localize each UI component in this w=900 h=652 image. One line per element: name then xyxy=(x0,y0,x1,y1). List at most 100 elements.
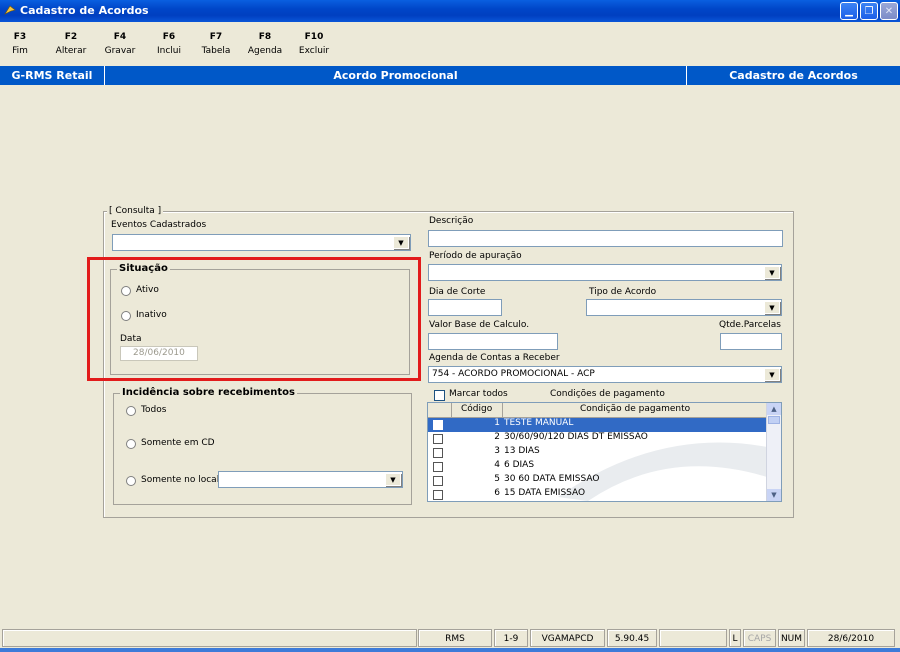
qtde-parcelas-input[interactable] xyxy=(720,333,782,350)
chevron-down-icon[interactable]: ▼ xyxy=(764,301,780,314)
todos-label: Todos xyxy=(141,405,167,415)
todos-radio[interactable] xyxy=(126,406,136,416)
grid-header: Código Condição de pagamento xyxy=(428,403,767,418)
row-checkbox[interactable] xyxy=(433,462,443,472)
status-caps: CAPS xyxy=(743,629,776,647)
consulta-group-title: [ Consulta ] xyxy=(107,206,164,216)
status-num: NUM xyxy=(778,629,805,647)
qtde-parcelas-label: Qtde.Parcelas xyxy=(719,320,781,330)
somente-local-label: Somente no local xyxy=(141,475,220,485)
periodo-combo[interactable]: ▼ xyxy=(428,264,782,281)
row-code: 4 xyxy=(494,460,500,470)
agenda-button[interactable]: F8 Agenda xyxy=(245,32,285,56)
inclui-button[interactable]: F6 Inclui xyxy=(149,32,189,56)
descricao-input[interactable] xyxy=(428,230,783,247)
chevron-down-icon[interactable]: ▼ xyxy=(764,266,780,279)
grid-row[interactable]: 6 15 DATA EMISSAO xyxy=(428,488,767,501)
button-label: Gravar xyxy=(104,46,136,56)
grid-scrollbar[interactable]: ▲ ▼ xyxy=(766,403,781,501)
marcar-todos-checkbox[interactable] xyxy=(434,390,445,401)
title-bar: Cadastro de Acordos ▁ ❐ ✕ xyxy=(0,0,900,22)
row-desc: 30 60 DATA EMISSAO xyxy=(504,474,600,484)
gravar-button[interactable]: F4 Gravar xyxy=(100,32,140,56)
status-panel-main xyxy=(2,629,417,647)
row-code: 1 xyxy=(494,418,500,428)
grid-row[interactable]: 3 13 DIAS xyxy=(428,446,767,460)
close-icon: ✕ xyxy=(884,6,894,17)
chevron-up-icon[interactable]: ▲ xyxy=(767,403,781,415)
close-button[interactable]: ✕ xyxy=(880,2,898,20)
tipo-acordo-combo[interactable]: ▼ xyxy=(586,299,782,316)
alterar-button[interactable]: F2 Alterar xyxy=(51,32,91,56)
valor-base-label: Valor Base de Calculo. xyxy=(429,320,530,330)
chevron-down-icon[interactable]: ▼ xyxy=(393,236,409,249)
key-label: F7 xyxy=(209,32,223,42)
row-checkbox[interactable] xyxy=(433,420,443,430)
restore-icon: ❐ xyxy=(864,6,874,17)
status-l: L xyxy=(729,629,741,647)
eventos-label: Eventos Cadastrados xyxy=(111,220,207,230)
grid-row[interactable]: 4 6 DIAS xyxy=(428,460,767,474)
header-right: Cadastro de Acordos xyxy=(729,69,858,82)
grid-row[interactable]: 1 TESTE MANUAL xyxy=(428,418,767,432)
row-desc: 15 DATA EMISSAO xyxy=(504,488,586,498)
status-range: 1-9 xyxy=(494,629,528,647)
row-desc: 30/60/90/120 DIAS DT EMISSAO xyxy=(504,432,648,442)
maximize-button[interactable]: ❐ xyxy=(860,2,878,20)
chevron-down-icon[interactable]: ▼ xyxy=(764,368,780,381)
minimize-button[interactable]: ▁ xyxy=(840,2,858,20)
status-empty xyxy=(659,629,727,647)
dia-corte-input[interactable] xyxy=(428,299,502,316)
taskbar-edge xyxy=(0,648,900,652)
row-desc: 13 DIAS xyxy=(504,446,540,456)
divider xyxy=(502,403,503,417)
excluir-button[interactable]: F10 Excluir xyxy=(294,32,334,56)
row-checkbox[interactable] xyxy=(433,448,443,458)
tipo-acordo-label: Tipo de Acordo xyxy=(589,287,657,297)
header-band: G-RMS Retail Acordo Promocional Cadastro… xyxy=(0,66,900,85)
key-label: F8 xyxy=(258,32,272,42)
agenda-label: Agenda de Contas a Receber xyxy=(429,353,560,363)
condicoes-grid: Código Condição de pagamento 1 TESTE MAN… xyxy=(427,402,782,502)
button-label: Inclui xyxy=(156,46,181,56)
dia-corte-label: Dia de Corte xyxy=(429,287,486,297)
status-system: RMS xyxy=(418,629,492,647)
highlight-box xyxy=(87,257,421,381)
button-label: Alterar xyxy=(55,46,87,56)
periodo-label: Período de apuração xyxy=(429,251,522,261)
tabela-button[interactable]: F7 Tabela xyxy=(196,32,236,56)
app-icon xyxy=(4,5,16,15)
key-label: F6 xyxy=(162,32,176,42)
button-label: Tabela xyxy=(201,46,231,56)
row-code: 3 xyxy=(494,446,500,456)
row-code: 2 xyxy=(494,432,500,442)
chevron-down-icon[interactable]: ▼ xyxy=(767,489,781,501)
eventos-combo[interactable]: ▼ xyxy=(112,234,411,251)
condicoes-title: Condições de pagamento xyxy=(550,389,665,399)
scroll-thumb[interactable] xyxy=(768,416,780,424)
incidencia-title: Incidência sobre recebimentos xyxy=(120,387,297,398)
minimize-icon: ▁ xyxy=(845,6,853,17)
key-label: F3 xyxy=(13,32,27,42)
grid-row[interactable]: 5 30 60 DATA EMISSAO xyxy=(428,474,767,488)
valor-base-input[interactable] xyxy=(428,333,558,350)
somente-cd-radio[interactable] xyxy=(126,439,136,449)
function-key-toolbar: F3 Fim F2 Alterar F4 Gravar F6 Inclui F7… xyxy=(0,22,900,66)
somente-local-radio[interactable] xyxy=(126,476,136,486)
fim-button[interactable]: F3 Fim xyxy=(0,32,40,56)
row-checkbox[interactable] xyxy=(433,490,443,500)
row-desc: 6 DIAS xyxy=(504,460,535,470)
row-code: 6 xyxy=(494,488,500,498)
grid-row[interactable]: 2 30/60/90/120 DIAS DT EMISSAO xyxy=(428,432,767,446)
chevron-down-icon[interactable]: ▼ xyxy=(385,473,401,486)
row-code: 5 xyxy=(494,474,500,484)
agenda-value: 754 - ACORDO PROMOCIONAL - ACP xyxy=(432,369,595,379)
desc-column-header[interactable]: Condição de pagamento xyxy=(580,404,690,414)
header-center: Acordo Promocional xyxy=(105,66,687,85)
local-combo[interactable]: ▼ xyxy=(218,471,403,488)
row-checkbox[interactable] xyxy=(433,434,443,444)
code-column-header[interactable]: Código xyxy=(461,404,492,414)
somente-cd-label: Somente em CD xyxy=(141,438,215,448)
row-checkbox[interactable] xyxy=(433,476,443,486)
agenda-combo[interactable]: 754 - ACORDO PROMOCIONAL - ACP ▼ xyxy=(428,366,782,383)
